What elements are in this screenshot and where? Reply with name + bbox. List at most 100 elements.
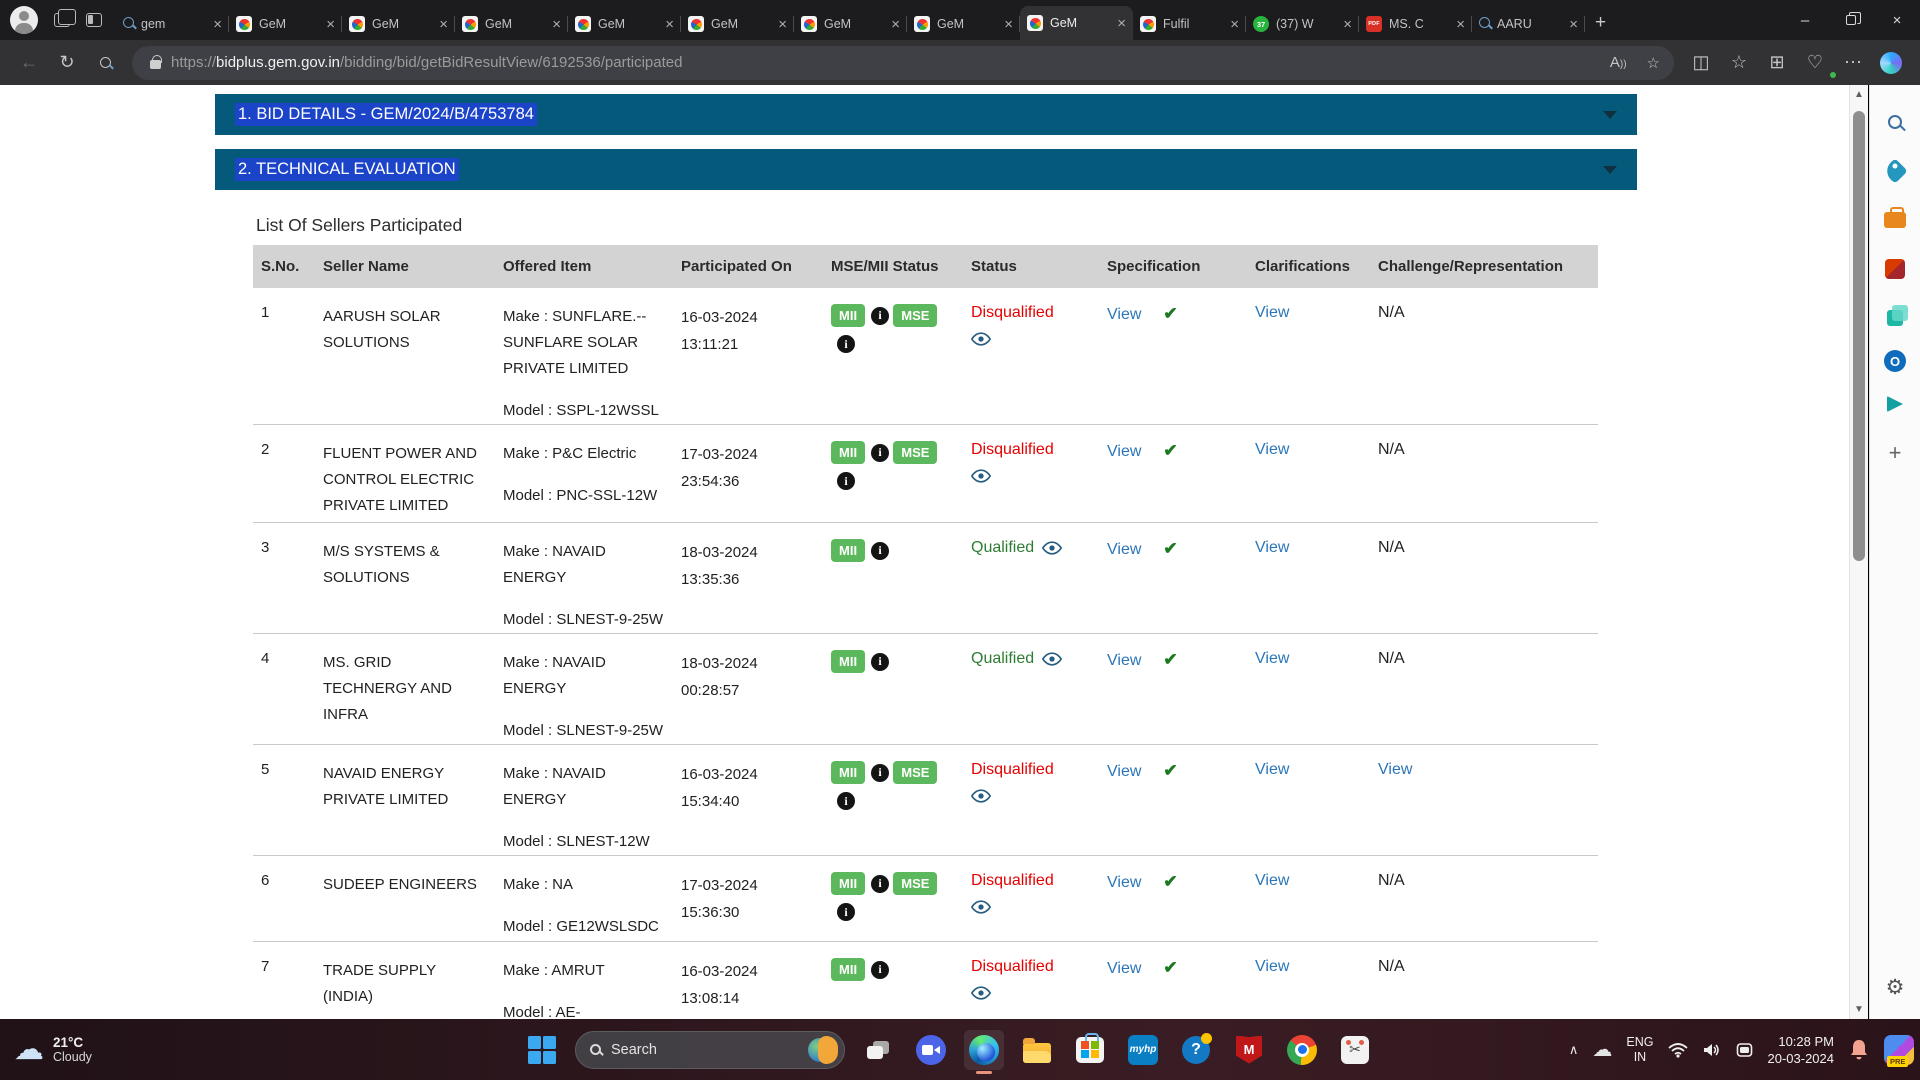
browser-tab[interactable]: Fulfil× — [1133, 8, 1246, 40]
tab-close-icon[interactable]: × — [1569, 17, 1578, 32]
chat-teams-icon[interactable] — [911, 1030, 951, 1070]
browser-tab[interactable]: GeM× — [455, 8, 568, 40]
browser-tab[interactable]: AARU× — [1472, 8, 1585, 40]
clarifications-view-link[interactable]: View — [1255, 872, 1289, 889]
tab-close-icon[interactable]: × — [891, 17, 900, 32]
sidebar-tools-icon[interactable] — [1878, 203, 1912, 237]
refresh-icon[interactable]: ↻ — [48, 46, 86, 80]
tab-close-icon[interactable]: × — [1456, 17, 1465, 32]
mii-badge[interactable]: MII — [831, 650, 865, 673]
eye-icon[interactable] — [971, 986, 991, 1000]
mse-badge[interactable]: MSE — [893, 761, 937, 784]
eye-icon[interactable] — [971, 789, 991, 803]
toolbar-search-icon[interactable] — [86, 46, 124, 80]
settings-more-icon[interactable]: ⋯ — [1834, 46, 1872, 80]
scrollbar-thumb[interactable] — [1853, 111, 1865, 561]
specification-view-link[interactable]: View — [1107, 763, 1141, 780]
clarifications-view-link[interactable]: View — [1255, 650, 1289, 667]
taskbar-search-box[interactable]: Search — [575, 1031, 845, 1069]
myhp-icon[interactable]: myhp — [1123, 1030, 1163, 1070]
eye-icon[interactable] — [1042, 541, 1062, 555]
chevron-down-icon[interactable] — [1603, 111, 1617, 119]
task-view-button[interactable] — [858, 1030, 898, 1070]
tab-close-icon[interactable]: × — [665, 17, 674, 32]
wifi-icon[interactable] — [1668, 1042, 1688, 1058]
info-icon[interactable]: i — [871, 764, 889, 782]
mii-badge[interactable]: MII — [831, 441, 865, 464]
mii-badge[interactable]: MII — [831, 958, 865, 981]
eye-icon[interactable] — [1042, 652, 1062, 666]
browser-tab[interactable]: PDFMS. C× — [1359, 8, 1472, 40]
mse-badge[interactable]: MSE — [893, 441, 937, 464]
tab-close-icon[interactable]: × — [1004, 17, 1013, 32]
info-icon[interactable]: i — [871, 653, 889, 671]
volume-icon[interactable] — [1702, 1042, 1722, 1058]
notifications-bell-icon[interactable] — [1848, 1038, 1870, 1062]
browser-tab[interactable]: GeM× — [794, 8, 907, 40]
start-button[interactable] — [522, 1030, 562, 1070]
battery-icon[interactable] — [1736, 1042, 1754, 1058]
favorite-star-icon[interactable]: ☆ — [1647, 54, 1660, 72]
info-icon[interactable]: i — [837, 472, 855, 490]
mii-badge[interactable]: MII — [831, 872, 865, 895]
file-explorer-icon[interactable] — [1017, 1030, 1057, 1070]
url-text[interactable]: https://bidplus.gem.gov.in/bidding/bid/g… — [171, 54, 1598, 71]
info-icon[interactable]: i — [871, 542, 889, 560]
snipping-tool-icon[interactable]: ✂ — [1335, 1030, 1375, 1070]
sidebar-settings-icon[interactable]: ⚙ — [1878, 970, 1912, 1004]
tab-close-icon[interactable]: × — [439, 17, 448, 32]
favorites-bar-icon[interactable]: ☆ — [1720, 46, 1758, 80]
address-bar[interactable]: https://bidplus.gem.gov.in/bidding/bid/g… — [132, 46, 1674, 80]
info-icon[interactable]: i — [871, 875, 889, 893]
info-icon[interactable]: i — [871, 307, 889, 325]
specification-view-link[interactable]: View — [1107, 960, 1141, 977]
mii-badge[interactable]: MII — [831, 761, 865, 784]
sidebar-designer-icon[interactable] — [1878, 301, 1912, 335]
browser-tab[interactable]: GeM× — [568, 8, 681, 40]
clarifications-view-link[interactable]: View — [1255, 304, 1289, 321]
specification-view-link[interactable]: View — [1107, 541, 1141, 558]
split-screen-icon[interactable]: ◫ — [1682, 46, 1720, 80]
read-aloud-icon[interactable]: A)) — [1610, 54, 1627, 71]
scroll-down-icon[interactable]: ▼ — [1850, 1004, 1868, 1015]
browser-tab[interactable]: GeM× — [681, 8, 794, 40]
clarifications-view-link[interactable]: View — [1255, 539, 1289, 556]
specification-view-link[interactable]: View — [1107, 652, 1141, 669]
back-icon[interactable]: ← — [10, 46, 48, 80]
restore-button[interactable] — [1828, 0, 1874, 40]
tab-close-icon[interactable]: × — [778, 17, 787, 32]
chrome-icon[interactable] — [1282, 1030, 1322, 1070]
minimize-button[interactable]: – — [1782, 0, 1828, 40]
clarifications-view-link[interactable]: View — [1255, 441, 1289, 458]
sidebar-m365-icon[interactable] — [1878, 252, 1912, 286]
tray-overflow-icon[interactable]: ∧ — [1569, 1042, 1579, 1058]
eye-icon[interactable] — [971, 900, 991, 914]
tab-actions-icon[interactable] — [86, 13, 102, 27]
search-highlight-icon[interactable] — [808, 1035, 838, 1065]
scroll-up-icon[interactable]: ▲ — [1850, 89, 1868, 100]
sidebar-search-icon[interactable] — [1878, 105, 1912, 139]
browser-tab[interactable]: GeM× — [907, 8, 1020, 40]
sidebar-outlook-icon[interactable]: O — [1884, 350, 1906, 372]
tab-close-icon[interactable]: × — [326, 17, 335, 32]
sidebar-shopping-icon[interactable] — [1878, 154, 1912, 188]
mse-badge[interactable]: MSE — [893, 872, 937, 895]
browser-tab[interactable]: 37(37) W× — [1246, 8, 1359, 40]
info-icon[interactable]: i — [837, 335, 855, 353]
eye-icon[interactable] — [971, 469, 991, 483]
browser-tab[interactable]: GeM× — [342, 8, 455, 40]
browser-tab[interactable]: GeM× — [229, 8, 342, 40]
mii-badge[interactable]: MII — [831, 304, 865, 327]
specification-view-link[interactable]: View — [1107, 874, 1141, 891]
sidebar-add-icon[interactable]: + — [1878, 436, 1912, 470]
m365-preview-icon[interactable]: PRE — [1884, 1035, 1914, 1065]
sidebar-drop-icon[interactable] — [1878, 387, 1912, 421]
new-tab-button[interactable]: + — [1595, 12, 1606, 34]
weather-widget[interactable]: ☁ 21°C Cloudy — [0, 1035, 200, 1065]
info-icon[interactable]: i — [871, 961, 889, 979]
profile-avatar-icon[interactable] — [10, 6, 38, 34]
microsoft-store-icon[interactable] — [1070, 1030, 1110, 1070]
bid-details-section-header[interactable]: 1. BID DETAILS - GEM/2024/B/4753784 — [215, 94, 1637, 135]
onedrive-icon[interactable]: ☁ — [1592, 1037, 1612, 1062]
specification-view-link[interactable]: View — [1107, 443, 1141, 460]
